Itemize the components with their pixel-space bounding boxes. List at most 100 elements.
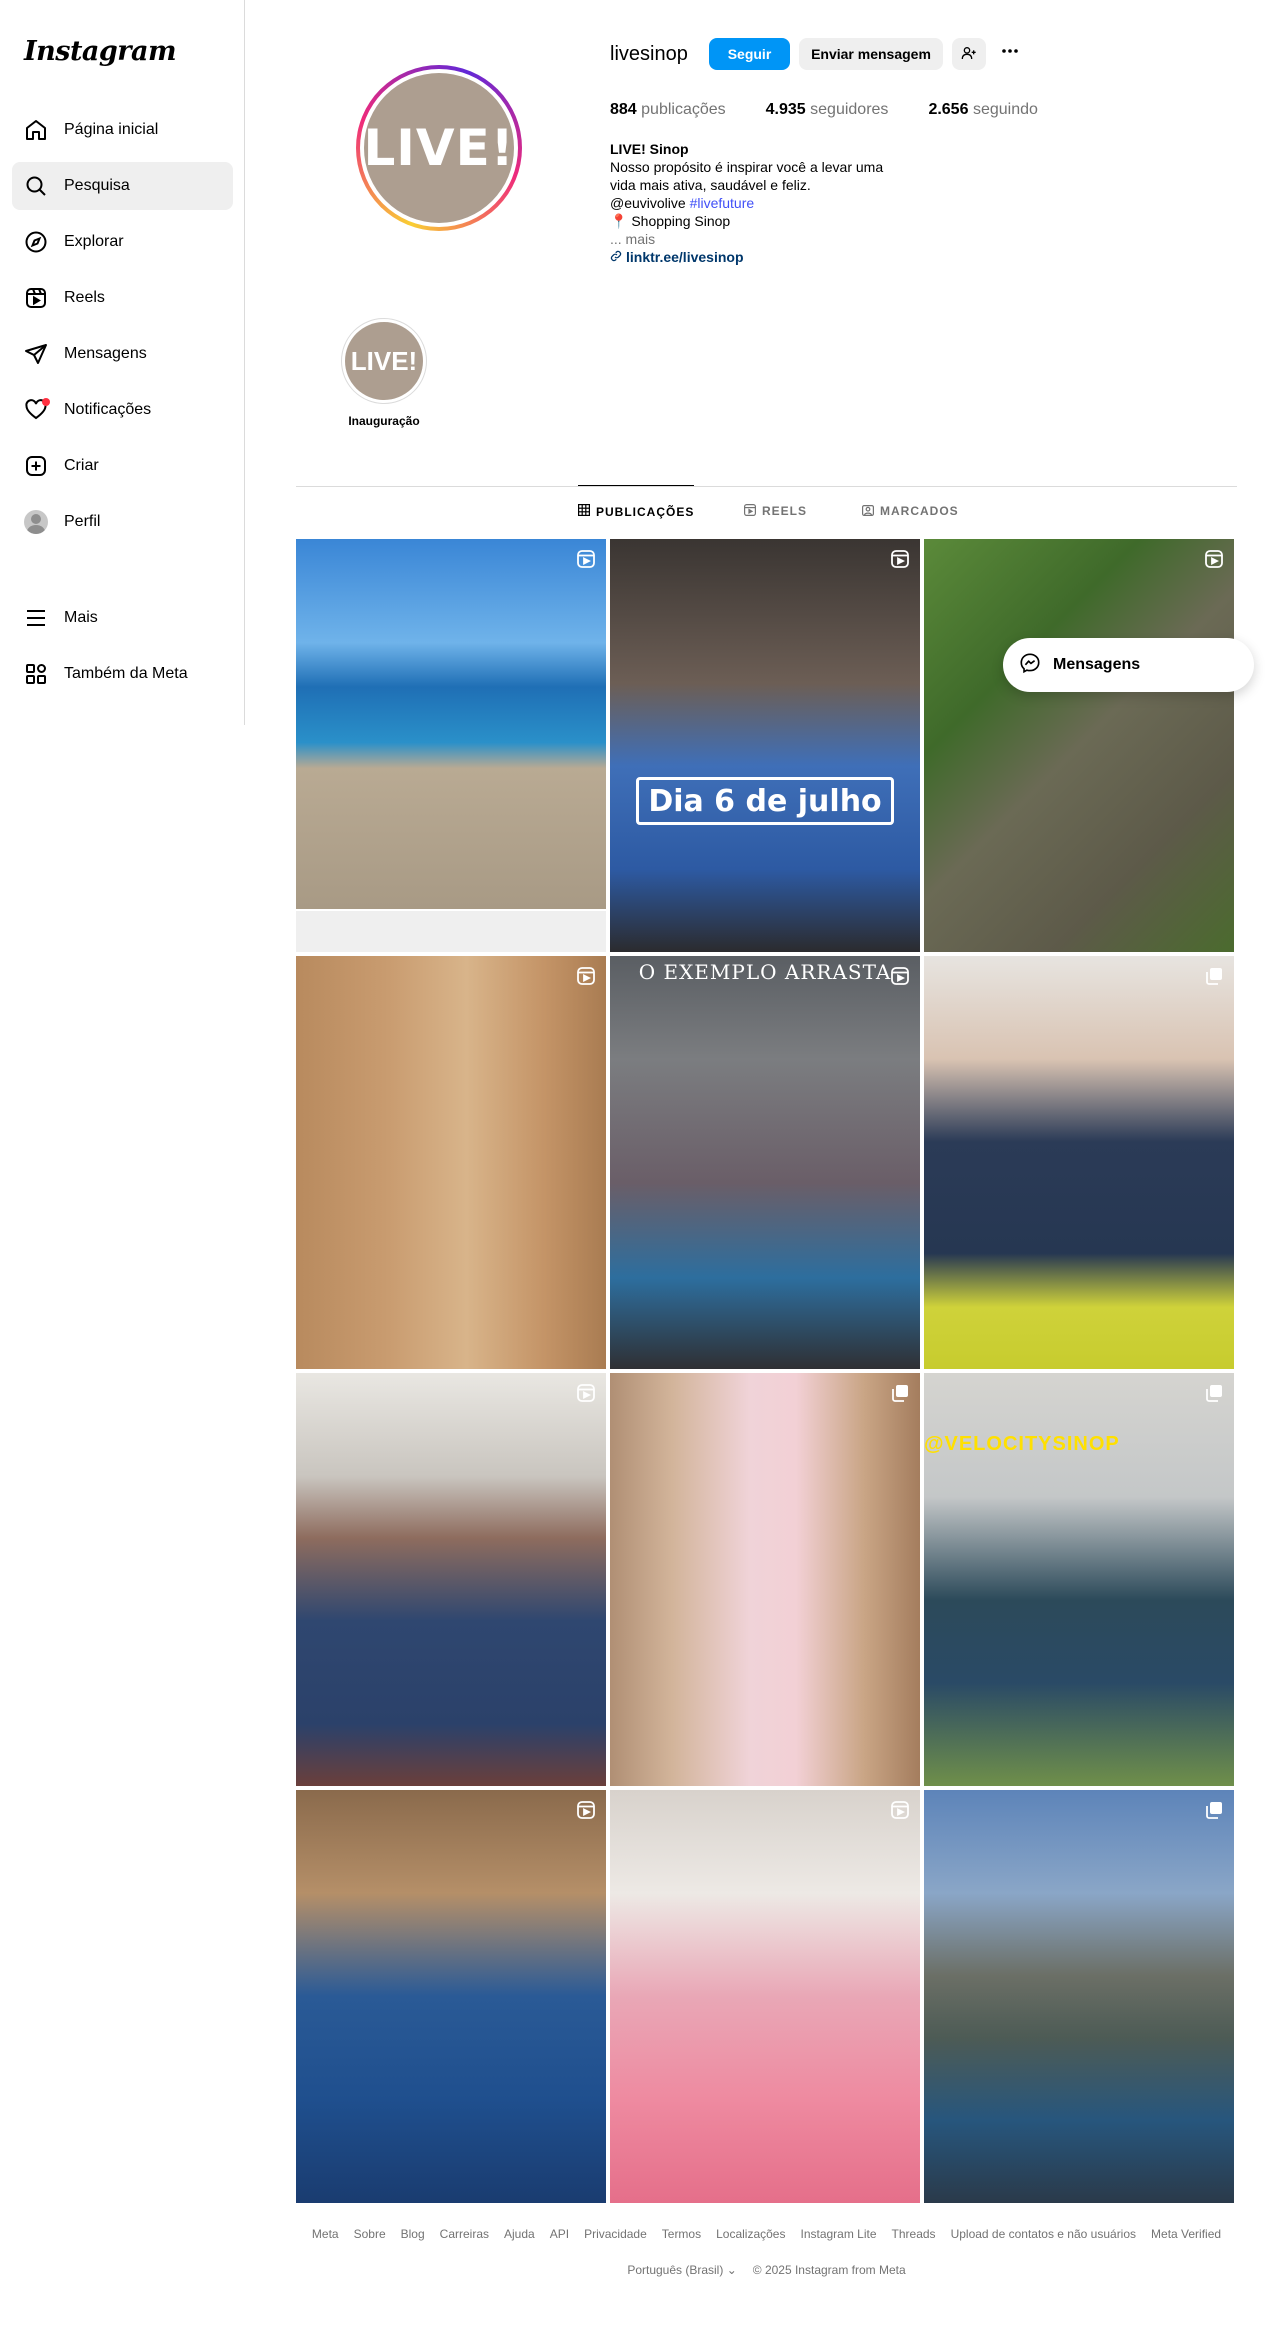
carousel-badge-icon [1204, 966, 1224, 986]
sidebar-item-profile[interactable]: Perfil [12, 498, 233, 546]
options-button[interactable] [994, 38, 1026, 70]
post-tile[interactable] [924, 956, 1234, 1369]
post-tile[interactable] [296, 1790, 606, 2203]
followers-count-value: 4.935 [765, 101, 806, 118]
sidebar-item-explore[interactable]: Explorar [12, 218, 233, 266]
avatar [24, 510, 48, 534]
chevron-down-icon: ⌄ [726, 2263, 737, 2277]
grid-icon [578, 504, 591, 519]
post-image [296, 539, 606, 909]
messenger-icon [1019, 652, 1041, 679]
post-tile[interactable] [296, 956, 606, 1369]
post-tile[interactable]: O EXEMPLO ARRASTA [610, 956, 920, 1369]
bio-link-text: linktr.ee/livesinop [626, 249, 744, 265]
sidebar-item-label: Pesquisa [64, 177, 130, 194]
post-tile[interactable] [924, 1790, 1234, 2203]
sidebar: Instagram Página inicial Pesquisa Explor… [0, 0, 245, 725]
reel-badge-icon [1204, 549, 1224, 569]
profile-picture-story-ring[interactable]: LIVE! [356, 65, 522, 231]
profile-picture: LIVE! [363, 73, 514, 223]
send-message-button[interactable]: Enviar mensagem [799, 38, 943, 70]
story-highlight[interactable]: LIVE! Inauguração [340, 318, 428, 428]
reels-icon [24, 286, 48, 310]
footer-link[interactable]: Meta Verified [1151, 2227, 1221, 2241]
sidebar-item-more[interactable]: Mais [12, 594, 233, 642]
post-tile[interactable] [610, 1373, 920, 1786]
menu-icon [24, 606, 48, 630]
sidebar-item-label: Mais [64, 609, 98, 626]
avatar-wrapper [24, 510, 48, 534]
language-label: Português (Brasil) [627, 2263, 724, 2277]
tab-tagged[interactable]: MARCADOS [862, 485, 959, 537]
post-tile[interactable]: @VELOCITYSINOP [924, 1373, 1234, 1786]
sidebar-item-also-from-meta[interactable]: Também da Meta [12, 650, 233, 698]
sidebar-item-search[interactable]: Pesquisa [12, 162, 233, 210]
bio-line: vida mais ativa, saudável e feliz. [610, 177, 811, 193]
home-icon [24, 118, 48, 142]
footer-link[interactable]: Termos [662, 2227, 701, 2241]
reel-badge-icon [890, 1800, 910, 1820]
followers-count[interactable]: 4.935 seguidores [766, 101, 889, 119]
posts-count: 884 publicações [610, 101, 726, 119]
footer-link[interactable]: Privacidade [584, 2227, 647, 2241]
bio-location-text: Shopping Sinop [631, 213, 731, 229]
location-pin-icon: 📍 [610, 213, 628, 229]
post-image-padding [296, 911, 606, 952]
bio-more-link[interactable]: ... mais [610, 230, 900, 248]
footer-link[interactable]: Carreiras [440, 2227, 489, 2241]
bio-external-link[interactable]: linktr.ee/livesinop [610, 248, 900, 266]
footer-link[interactable]: Ajuda [504, 2227, 535, 2241]
footer-link[interactable]: Upload de contatos e não usuários [951, 2227, 1136, 2241]
link-icon [610, 248, 622, 266]
post-tile[interactable] [296, 1373, 606, 1786]
sidebar-item-messages[interactable]: Mensagens [12, 330, 233, 378]
search-icon [24, 174, 48, 198]
bio-mention[interactable]: @euvivolive [610, 195, 686, 211]
posts-count-label: publicações [641, 101, 726, 118]
sidebar-item-label: Reels [64, 289, 105, 306]
post-overlay-text: O EXEMPLO ARRASTA [638, 960, 892, 984]
sidebar-item-label: Página inicial [64, 121, 159, 138]
profile-display-name: LIVE! Sinop [610, 141, 689, 157]
footer-link[interactable]: Threads [892, 2227, 936, 2241]
sidebar-item-home[interactable]: Página inicial [12, 106, 233, 154]
instagram-logo[interactable]: Instagram [24, 36, 177, 67]
sidebar-item-notifications[interactable]: Notificações [12, 386, 233, 434]
post-tile[interactable]: Dia 6 de julho [610, 539, 920, 952]
sidebar-item-reels[interactable]: Reels [12, 274, 233, 322]
footer-link[interactable]: Instagram Lite [800, 2227, 876, 2241]
post-tile[interactable] [296, 539, 606, 952]
sidebar-item-create[interactable]: Criar [12, 442, 233, 490]
send-icon [24, 342, 48, 366]
footer-link[interactable]: Meta [312, 2227, 339, 2241]
compass-icon [24, 230, 48, 254]
post-tile[interactable] [924, 539, 1234, 952]
story-highlight-label: Inauguração [348, 414, 420, 428]
post-overlay-text: @VELOCITYSINOP [924, 1433, 1120, 1455]
suggested-accounts-button[interactable] [952, 38, 986, 70]
sidebar-item-label: Perfil [64, 513, 101, 530]
floating-messages-button[interactable]: Mensagens [1003, 638, 1254, 692]
tab-reels[interactable]: REELS [744, 485, 807, 537]
following-count-label: seguindo [972, 101, 1038, 118]
profile-username: livesinop [610, 43, 688, 65]
footer-link[interactable]: Localizações [716, 2227, 785, 2241]
tab-posts[interactable]: PUBLICAÇÕES [578, 485, 695, 537]
post-overlay-text: Dia 6 de julho [636, 777, 894, 825]
post-tile[interactable] [610, 1790, 920, 2203]
bio-location: 📍 Shopping Sinop [610, 212, 900, 230]
tagged-icon [862, 504, 875, 519]
footer-link[interactable]: Blog [401, 2227, 425, 2241]
sidebar-item-label: Notificações [64, 401, 152, 418]
bio-hashtag[interactable]: #livefuture [690, 195, 755, 211]
follow-button[interactable]: Seguir [709, 38, 790, 70]
footer-link[interactable]: Sobre [354, 2227, 386, 2241]
carousel-badge-icon [890, 1383, 910, 1403]
meta-apps-icon [24, 662, 48, 686]
following-count[interactable]: 2.656 seguindo [928, 101, 1037, 119]
add-user-icon [961, 45, 977, 64]
footer-link[interactable]: API [550, 2227, 569, 2241]
reel-badge-icon [576, 1800, 596, 1820]
copyright: © 2025 Instagram from Meta [752, 2263, 906, 2277]
language-selector[interactable]: Português (Brasil) ⌄ [627, 2263, 736, 2277]
